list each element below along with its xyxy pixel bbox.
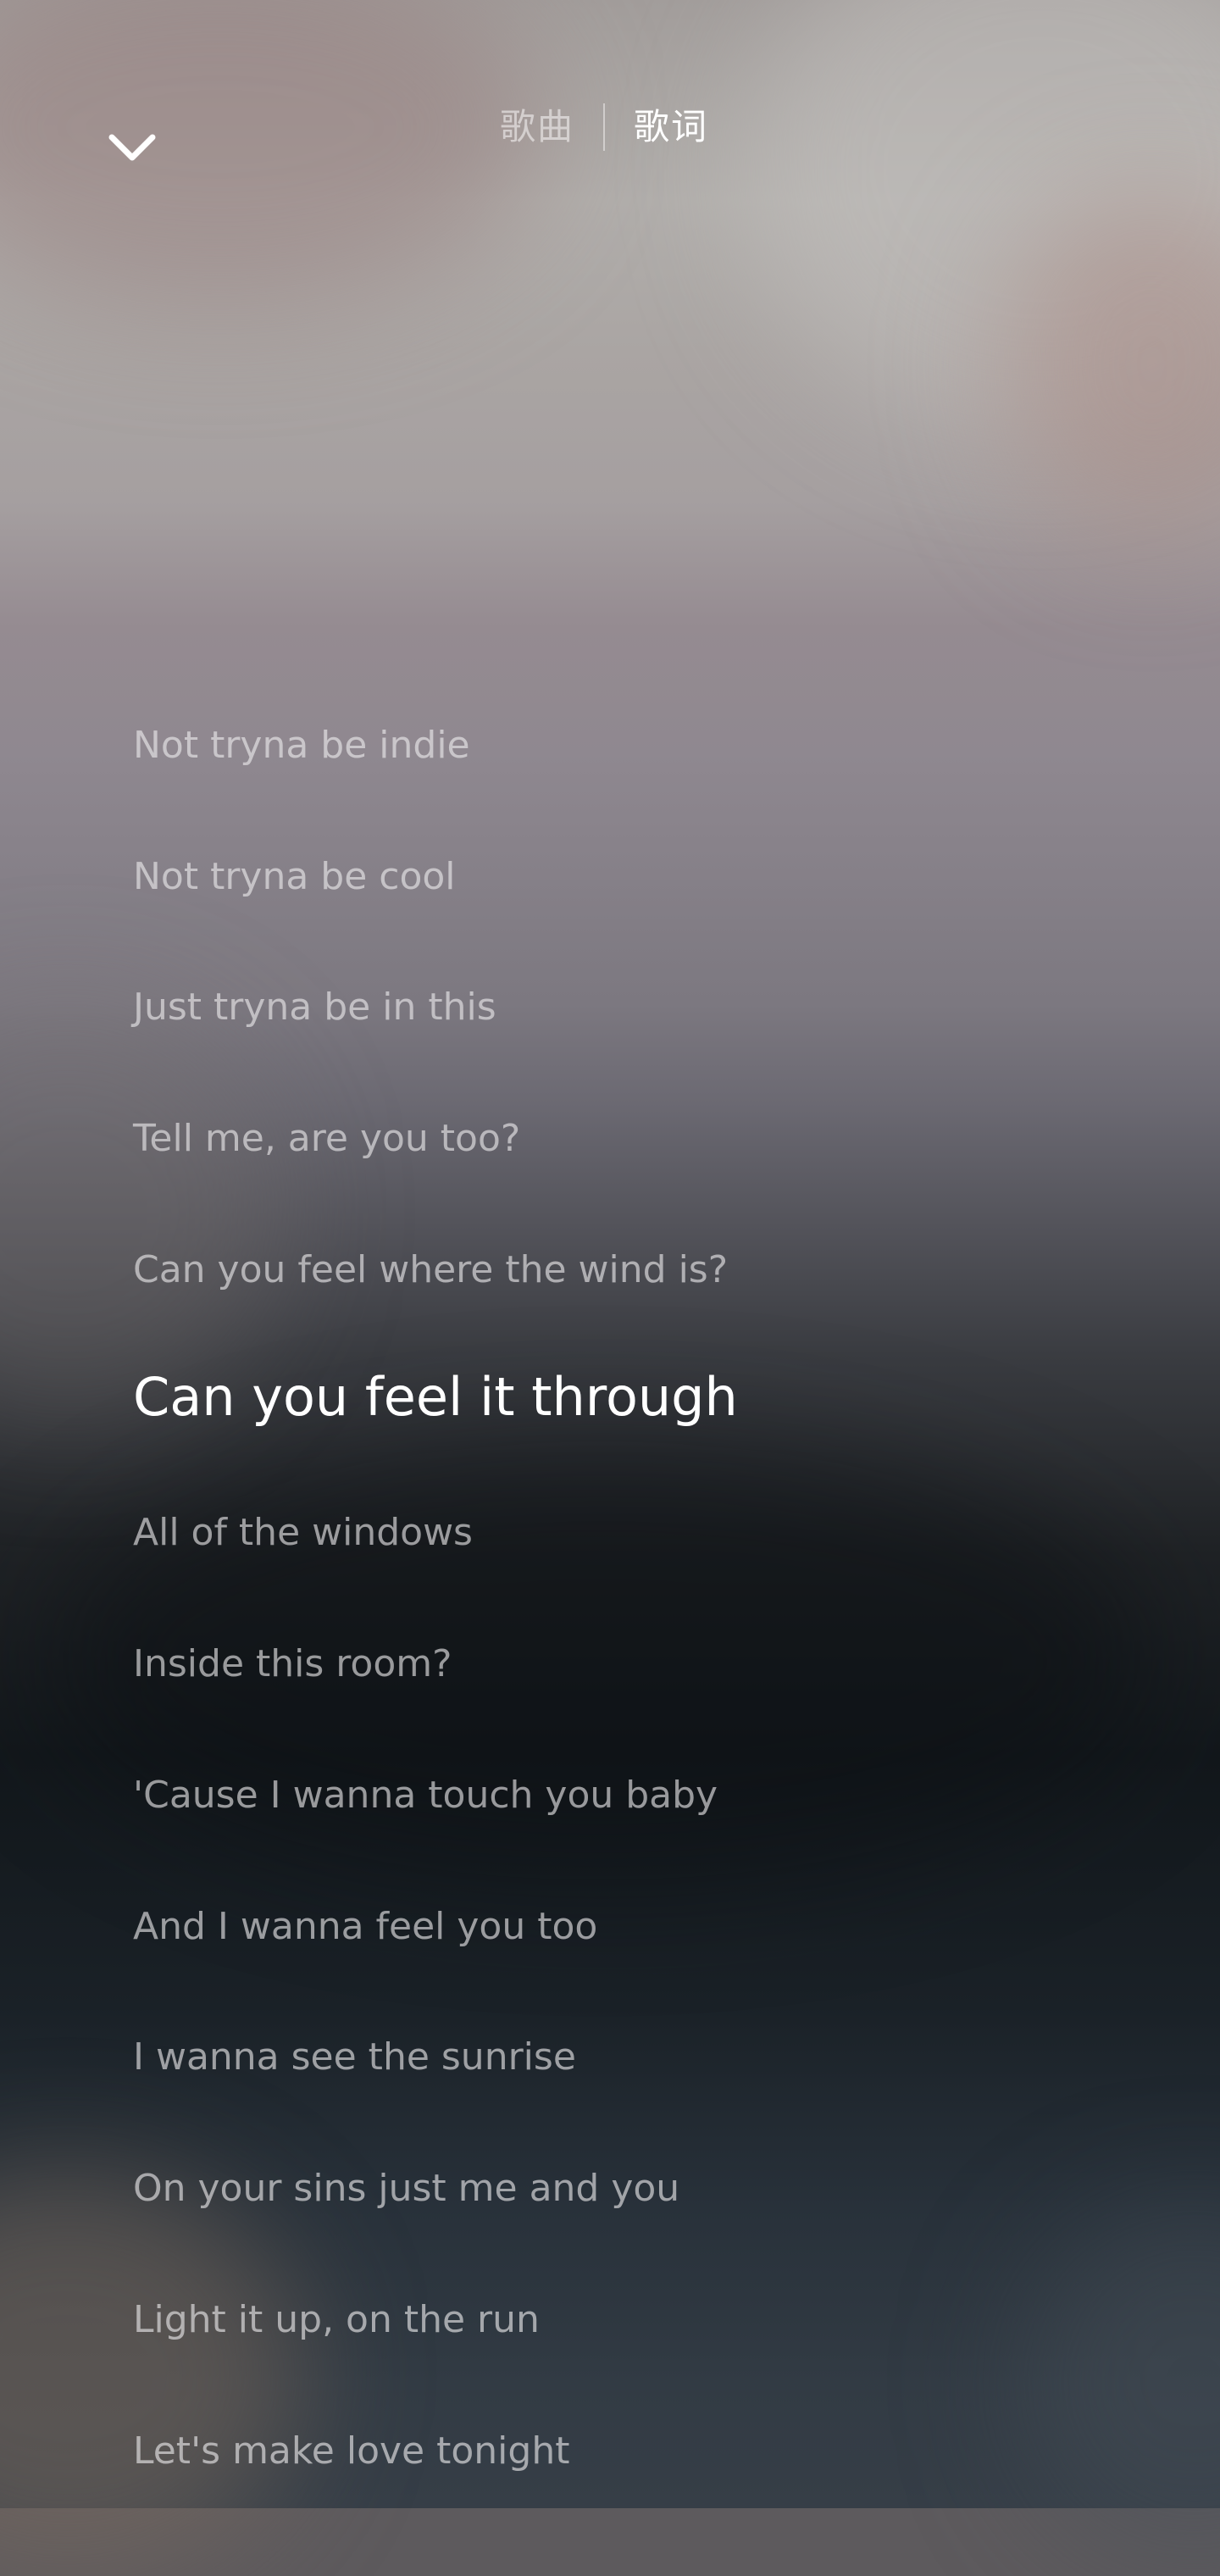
lyric-line[interactable]: Can you feel where the wind is? bbox=[133, 1245, 728, 1296]
lyric-line[interactable]: Just tryna be in this bbox=[133, 982, 496, 1033]
tab-bar: 歌曲 歌词 bbox=[500, 100, 708, 154]
lyric-line[interactable]: Inside this room? bbox=[133, 1639, 452, 1690]
lyric-line[interactable]: Tell me, are you too? bbox=[133, 1113, 520, 1164]
tab-song[interactable]: 歌曲 bbox=[500, 100, 603, 154]
collapse-button[interactable] bbox=[102, 127, 163, 171]
lyric-line[interactable]: All of the windows bbox=[133, 1507, 473, 1558]
lyric-line[interactable]: Light it up, on the run bbox=[133, 2295, 540, 2346]
lyric-line[interactable]: I wanna see the sunrise bbox=[133, 2032, 576, 2083]
lyric-line[interactable]: Not tryna be cool bbox=[133, 852, 456, 902]
lyric-line[interactable]: On your sins just me and you bbox=[133, 2163, 679, 2214]
chevron-down-icon bbox=[108, 134, 156, 161]
lyric-line[interactable]: And I wanna feel you too bbox=[133, 1901, 597, 1952]
lyric-line[interactable]: 'Cause I wanna touch you baby bbox=[133, 1770, 718, 1821]
player-header: 歌曲 歌词 bbox=[0, 0, 1220, 254]
lyric-line[interactable]: Not tryna be indie bbox=[133, 720, 470, 771]
lyric-line[interactable]: Let's make love tonight bbox=[133, 2426, 569, 2477]
tab-lyrics[interactable]: 歌词 bbox=[605, 100, 708, 154]
lyric-line-current[interactable]: Can you feel it through bbox=[133, 1363, 738, 1431]
